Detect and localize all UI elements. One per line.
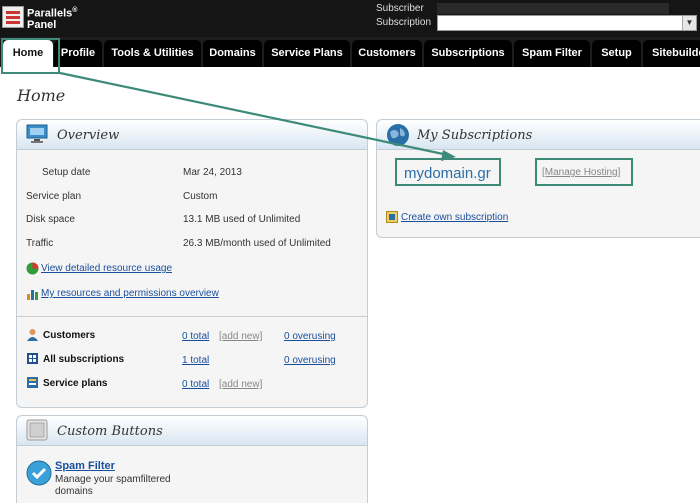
brand-name: Parallels® Panel [27, 7, 78, 31]
my-subscriptions-header: My Subscriptions [377, 120, 700, 150]
spam-filter-icon[interactable] [26, 460, 52, 486]
tab-subscriptions[interactable]: Subscriptions [424, 40, 512, 67]
divider [17, 316, 367, 317]
view-resource-usage-link[interactable]: View detailed resource usage [41, 263, 172, 274]
service-plans-icon [27, 377, 38, 388]
custom-buttons-title: Custom Buttons [57, 424, 163, 439]
page-title: Home [17, 86, 66, 105]
subscriber-value [437, 3, 669, 14]
globe-icon [387, 124, 409, 146]
customers-label: Customers [43, 330, 96, 341]
tab-profile[interactable]: Profile [54, 40, 102, 67]
service-plan-label: Service plan [26, 191, 82, 202]
service-plan-value: Custom [183, 191, 218, 202]
resources-permissions-link[interactable]: My resources and permissions overview [41, 288, 219, 299]
subscriptions-icon [27, 353, 38, 364]
service-plans-label: Service plans [43, 378, 108, 389]
customers-total-link[interactable]: 0 total [182, 331, 209, 342]
disk-space-label: Disk space [26, 214, 75, 225]
setup-date-label: Setup date [42, 167, 91, 178]
chevron-down-icon[interactable]: ▼ [682, 16, 696, 30]
bar-chart-icon [27, 290, 38, 300]
tab-service-plans[interactable]: Service Plans [264, 40, 350, 67]
custom-buttons-header: Custom Buttons [17, 416, 367, 446]
my-subscriptions-title: My Subscriptions [417, 128, 533, 143]
all-subscriptions-label: All subscriptions [43, 354, 125, 365]
create-subscription-link[interactable]: Create own subscription [401, 212, 508, 223]
annotation-home-box [1, 38, 60, 74]
top-bar: Parallels® Panel Subscriber Subscription… [0, 0, 700, 37]
monitor-icon [26, 124, 48, 143]
subscriptions-total-link[interactable]: 1 total [182, 355, 209, 366]
user-icon [27, 329, 38, 341]
spam-filter-desc-2: domains [55, 486, 93, 497]
setup-date-value: Mar 24, 2013 [183, 167, 242, 178]
parallels-logo-icon [2, 6, 24, 28]
traffic-value: 26.3 MB/month used of Unlimited [183, 238, 331, 249]
tab-sitebuilder[interactable]: Sitebuilde [643, 40, 700, 67]
custom-button-icon [26, 419, 48, 441]
tab-customers[interactable]: Customers [352, 40, 422, 67]
add-customer-link[interactable]: [add new] [219, 331, 262, 342]
spam-filter-link[interactable]: Spam Filter [55, 460, 115, 472]
tab-setup[interactable]: Setup [592, 40, 641, 67]
overview-panel: Overview Setup date Mar 24, 2013 Service… [16, 119, 368, 408]
spam-filter-desc: Manage your spamfiltered [55, 474, 171, 485]
add-service-plan-link[interactable]: [add new] [219, 379, 262, 390]
overview-title: Overview [57, 128, 120, 143]
custom-buttons-panel: Custom Buttons Spam Filter Manage your s… [16, 415, 368, 503]
service-plans-total-link[interactable]: 0 total [182, 379, 209, 390]
subscription-select[interactable]: ▼ [437, 15, 697, 31]
subscriber-label: Subscriber [376, 3, 424, 14]
main-nav: Home Profile Tools & Utilities Domains S… [0, 37, 700, 67]
overview-header: Overview [17, 120, 367, 150]
tab-tools-utilities[interactable]: Tools & Utilities [104, 40, 201, 67]
subscription-label: Subscription [376, 17, 432, 28]
pie-chart-icon [26, 262, 39, 275]
customers-overusing-link[interactable]: 0 overusing [284, 331, 336, 342]
create-subscription-icon [386, 211, 398, 223]
annotation-domain-box [395, 158, 501, 186]
tab-spam-filter[interactable]: Spam Filter [514, 40, 590, 67]
tab-domains[interactable]: Domains [203, 40, 262, 67]
disk-space-value: 13.1 MB used of Unlimited [183, 214, 301, 225]
subscriptions-overusing-link[interactable]: 0 overusing [284, 355, 336, 366]
traffic-label: Traffic [26, 238, 54, 249]
annotation-manage-box [535, 158, 633, 186]
